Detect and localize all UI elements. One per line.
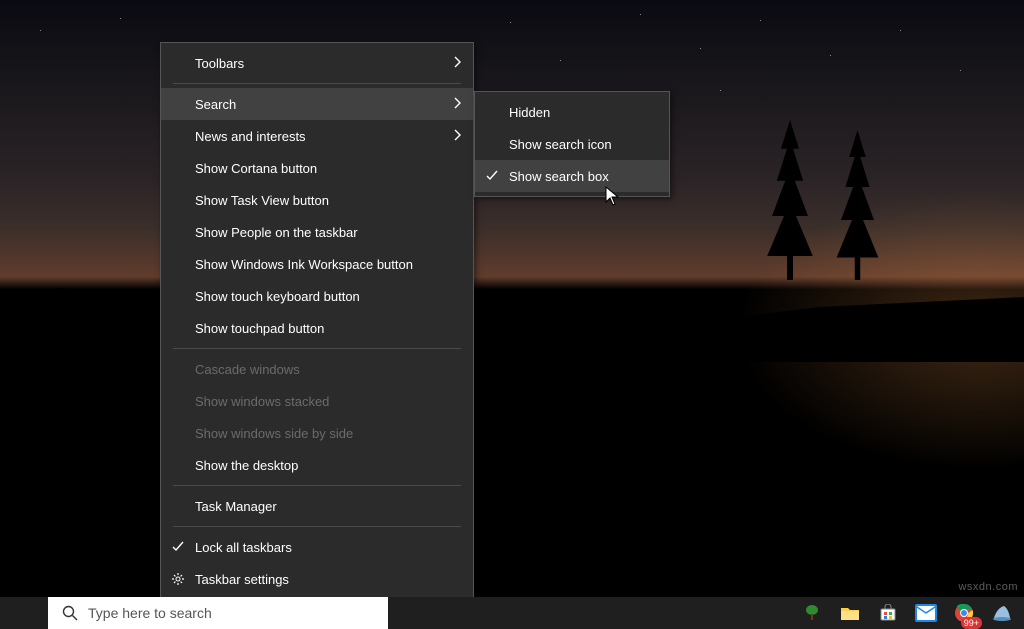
menu-label: News and interests (195, 129, 306, 144)
menu-label: Show Task View button (195, 193, 329, 208)
chevron-right-icon (453, 129, 461, 144)
menu-label: Show Cortana button (195, 161, 317, 176)
tray-icon-tree[interactable] (798, 601, 826, 625)
menu-label: Toolbars (195, 56, 244, 71)
tray-icon-app[interactable] (988, 601, 1016, 625)
menu-item-ink-workspace[interactable]: Show Windows Ink Workspace button (161, 248, 473, 280)
menu-label: Hidden (509, 105, 550, 120)
menu-label: Show People on the taskbar (195, 225, 358, 240)
chevron-right-icon (453, 97, 461, 112)
search-icon (62, 605, 78, 621)
menu-item-touchpad[interactable]: Show touchpad button (161, 312, 473, 344)
tray-icon-store[interactable] (874, 601, 902, 625)
menu-label: Task Manager (195, 499, 277, 514)
submenu-item-show-box[interactable]: Show search box (475, 160, 669, 192)
badge: 99+ (961, 617, 982, 629)
checkmark-icon (169, 540, 187, 554)
menu-label: Show windows stacked (195, 394, 329, 409)
gear-icon (169, 572, 187, 586)
search-submenu: Hidden Show search icon Show search box (474, 91, 670, 197)
submenu-item-hidden[interactable]: Hidden (475, 96, 669, 128)
menu-item-lock-taskbars[interactable]: Lock all taskbars (161, 531, 473, 563)
watermark: wsxdn.com (958, 581, 1018, 593)
menu-label: Taskbar settings (195, 572, 289, 587)
tray-icon-explorer[interactable] (836, 601, 864, 625)
menu-item-taskbar-settings[interactable]: Taskbar settings (161, 563, 473, 595)
menu-label: Show touchpad button (195, 321, 324, 336)
taskbar-context-menu: Toolbars Search News and interests Show … (160, 42, 474, 600)
chevron-right-icon (453, 56, 461, 71)
submenu-item-show-icon[interactable]: Show search icon (475, 128, 669, 160)
menu-label: Show search box (509, 169, 609, 184)
menu-item-touch-keyboard[interactable]: Show touch keyboard button (161, 280, 473, 312)
tray-icon-mail[interactable] (912, 601, 940, 625)
menu-item-cortana[interactable]: Show Cortana button (161, 152, 473, 184)
menu-item-taskview[interactable]: Show Task View button (161, 184, 473, 216)
menu-separator (173, 526, 461, 527)
checkmark-icon (483, 169, 501, 183)
menu-item-show-desktop[interactable]: Show the desktop (161, 449, 473, 481)
menu-label: Cascade windows (195, 362, 300, 377)
menu-label: Show touch keyboard button (195, 289, 360, 304)
menu-item-toolbars[interactable]: Toolbars (161, 47, 473, 79)
menu-item-stacked: Show windows stacked (161, 385, 473, 417)
menu-item-news-interests[interactable]: News and interests (161, 120, 473, 152)
menu-separator (173, 348, 461, 349)
menu-label: Search (195, 97, 236, 112)
tray-icon-chrome[interactable]: 99+ (950, 601, 978, 625)
menu-label: Lock all taskbars (195, 540, 292, 555)
menu-item-task-manager[interactable]: Task Manager (161, 490, 473, 522)
search-input[interactable]: Type here to search (48, 597, 388, 629)
menu-separator (173, 83, 461, 84)
search-placeholder: Type here to search (88, 605, 212, 621)
menu-item-cascade: Cascade windows (161, 353, 473, 385)
menu-separator (173, 485, 461, 486)
menu-item-side-by-side: Show windows side by side (161, 417, 473, 449)
menu-label: Show the desktop (195, 458, 298, 473)
system-tray: 99+ (798, 597, 1016, 629)
menu-item-search[interactable]: Search (161, 88, 473, 120)
menu-item-people[interactable]: Show People on the taskbar (161, 216, 473, 248)
menu-label: Show Windows Ink Workspace button (195, 257, 413, 272)
menu-label: Show windows side by side (195, 426, 353, 441)
menu-label: Show search icon (509, 137, 612, 152)
taskbar[interactable]: Type here to search 99+ (0, 597, 1024, 629)
